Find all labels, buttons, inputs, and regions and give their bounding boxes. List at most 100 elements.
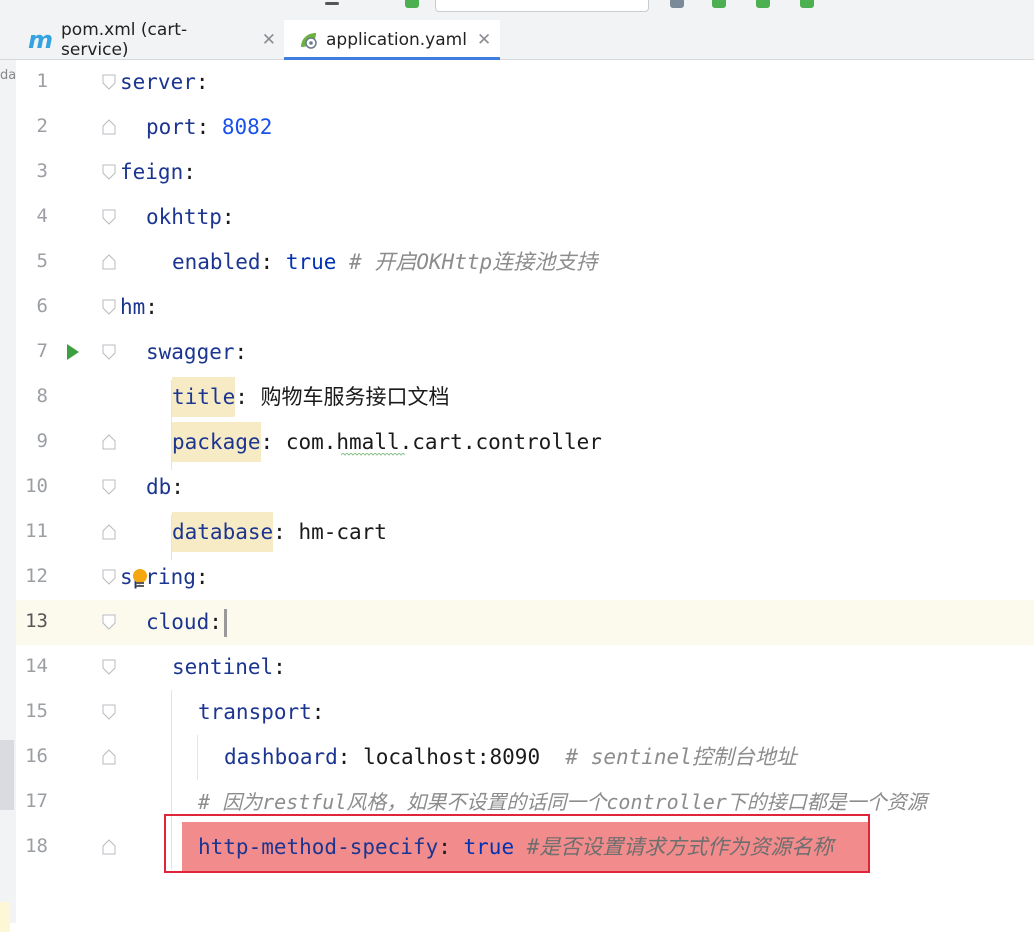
- fold-open-icon[interactable]: [102, 614, 116, 630]
- code-text: feign:: [120, 160, 196, 184]
- code-line-15[interactable]: 15 transport:: [0, 690, 1034, 735]
- code-line-1[interactable]: 1 server:: [0, 60, 1034, 105]
- code-text: http-method-specify: true #是否设置请求方式作为资源名…: [198, 835, 834, 859]
- debug-icon[interactable]: [712, 0, 726, 8]
- yaml-key: package: [172, 422, 261, 462]
- yaml-key: server: [120, 70, 196, 94]
- code-line-16[interactable]: 16 dashboard: localhost:8090 # sentinel控…: [0, 735, 1034, 780]
- line-number: 5: [36, 250, 48, 272]
- main-toolbar: [0, 0, 1034, 20]
- yaml-comment: # sentinel控制台地址: [565, 745, 797, 769]
- yaml-key: enabled: [172, 250, 261, 274]
- code-editor[interactable]: 1 server: 2 port: 8082 3 feign: 4 okhttp…: [0, 60, 1034, 923]
- yaml-key: hm: [120, 295, 146, 319]
- fold-open-icon[interactable]: [102, 479, 116, 495]
- build-icon[interactable]: [405, 0, 419, 8]
- tab-label: pom.xml (cart-service): [61, 19, 188, 60]
- yaml-comment: #是否设置请求方式作为资源名称: [526, 835, 834, 859]
- fold-open-icon[interactable]: [102, 209, 116, 225]
- fold-open-icon[interactable]: [102, 74, 116, 90]
- fold-open-icon[interactable]: [102, 344, 116, 360]
- code-text: title: 购物车服务接口文档: [172, 377, 450, 417]
- code-line-14[interactable]: 14 sentinel:: [0, 645, 1034, 690]
- line-number: 1: [36, 70, 48, 92]
- line-number: 11: [25, 520, 48, 542]
- line-number: 10: [25, 475, 48, 497]
- code-line-8[interactable]: 8 title: 购物车服务接口文档: [0, 375, 1034, 420]
- code-line-3[interactable]: 3 feign:: [0, 150, 1034, 195]
- line-number: 13: [25, 610, 48, 632]
- code-text: port: 8082: [146, 115, 273, 139]
- code-line-4[interactable]: 4 okhttp:: [0, 195, 1034, 240]
- code-text: swagger:: [146, 340, 248, 364]
- yaml-value: 8082: [221, 115, 273, 139]
- typo-underline: [341, 453, 405, 456]
- tab-pom-xml[interactable]: m pom.xml (cart-service) ✕: [28, 19, 276, 60]
- yaml-value: localhost:8090: [363, 745, 541, 769]
- yaml-key: transport: [198, 700, 312, 724]
- line-number: 7: [36, 340, 48, 362]
- line-number: 4: [36, 205, 48, 227]
- code-line-2[interactable]: 2 port: 8082: [0, 105, 1034, 150]
- yaml-key: db: [146, 475, 172, 499]
- fold-end-icon[interactable]: [102, 434, 116, 450]
- profile-icon[interactable]: [800, 0, 814, 8]
- indent-guide: [171, 515, 172, 560]
- fold-end-icon[interactable]: [102, 524, 116, 540]
- code-text: okhttp:: [146, 205, 235, 229]
- yaml-key: http-method-specify: [198, 835, 439, 859]
- run-icon[interactable]: [670, 0, 684, 8]
- fold-open-icon[interactable]: [102, 659, 116, 675]
- code-line-9[interactable]: 9 package: com.hmall.cart.controller: [0, 420, 1034, 465]
- fold-open-icon[interactable]: [102, 569, 116, 585]
- spring-leaf-icon: [298, 30, 318, 50]
- line-number: 3: [36, 160, 48, 182]
- line-number: 6: [36, 295, 48, 317]
- run-configuration-selector[interactable]: [435, 0, 649, 12]
- yaml-key: title: [172, 377, 236, 417]
- run-gutter-icon[interactable]: [66, 343, 80, 361]
- yaml-key: feign: [120, 160, 184, 184]
- code-line-5[interactable]: 5 enabled: true # 开启OKHttp连接池支持: [0, 240, 1034, 285]
- line-number: 16: [25, 745, 48, 767]
- code-text: database: hm-cart: [172, 512, 387, 552]
- close-icon[interactable]: ✕: [477, 30, 491, 50]
- coverage-icon[interactable]: [756, 0, 770, 8]
- code-text: db:: [146, 475, 184, 499]
- yaml-key: port: [146, 115, 197, 139]
- code-line-11[interactable]: 11 database: hm-cart: [0, 510, 1034, 555]
- highlighted-line-18[interactable]: http-method-specify: true #是否设置请求方式作为资源名…: [0, 825, 1034, 870]
- yaml-value: com.hmall.cart.controller: [285, 430, 602, 454]
- code-text: hm:: [120, 295, 158, 319]
- fold-open-icon[interactable]: [102, 299, 116, 315]
- fold-open-icon[interactable]: [102, 164, 116, 180]
- yaml-comment: # 因为restful风格，如果不设置的话同一个controller下的接口都是…: [198, 790, 927, 814]
- text-caret: [224, 609, 227, 637]
- code-text: enabled: true # 开启OKHttp连接池支持: [172, 250, 598, 274]
- fold-open-icon[interactable]: [102, 704, 116, 720]
- code-text: dashboard: localhost:8090 # sentinel控制台地…: [224, 745, 797, 769]
- fold-end-icon[interactable]: [102, 119, 116, 135]
- yaml-key: cloud: [146, 610, 210, 634]
- code-text: package: com.hmall.cart.controller: [172, 422, 602, 462]
- yaml-value: true: [463, 835, 515, 859]
- code-text: # 因为restful风格，如果不设置的话同一个controller下的接口都是…: [198, 788, 927, 816]
- close-icon[interactable]: ✕: [262, 30, 276, 50]
- yaml-value: true: [285, 250, 337, 274]
- menu-icon[interactable]: [325, 2, 339, 5]
- code-line-13-content[interactable]: 13 cloud:: [0, 600, 1034, 645]
- code-line-12[interactable]: 12 spring:: [0, 555, 1034, 600]
- fold-end-icon[interactable]: [102, 749, 116, 765]
- lightbulb-icon[interactable]: [131, 568, 149, 590]
- line-number: 12: [25, 565, 48, 587]
- code-text: transport:: [198, 700, 325, 724]
- code-line-6[interactable]: 6 hm:: [0, 285, 1034, 330]
- code-line-10[interactable]: 10 db:: [0, 465, 1034, 510]
- yaml-key: dashboard: [224, 745, 338, 769]
- yaml-comment: # 开启OKHttp连接池支持: [349, 250, 598, 274]
- tab-application-yaml[interactable]: application.yaml ✕: [284, 20, 500, 60]
- line-number: 14: [25, 655, 48, 677]
- code-line-7[interactable]: 7 swagger:: [0, 330, 1034, 375]
- fold-end-icon[interactable]: [102, 254, 116, 270]
- yaml-key: swagger: [146, 340, 235, 364]
